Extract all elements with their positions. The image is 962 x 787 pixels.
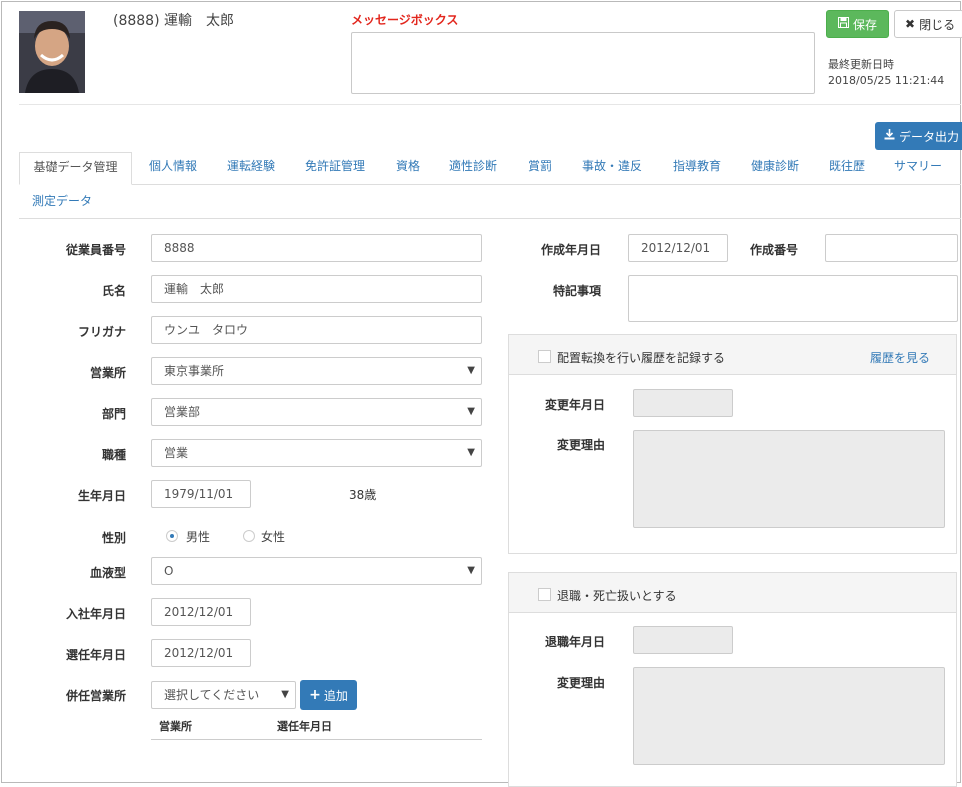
blood-type-select-value: O — [164, 564, 174, 578]
furigana-label: フリガナ — [77, 325, 126, 339]
retirement-checkbox[interactable] — [538, 588, 551, 601]
department-select-value: 営業部 — [164, 405, 201, 419]
tab-accidents[interactable]: 事故・違反 — [582, 152, 642, 185]
tab-license[interactable]: 免許証管理 — [305, 152, 365, 185]
employee-avatar — [19, 11, 85, 93]
retirement-checkbox-label[interactable]: 退職・死亡扱いとする — [557, 587, 677, 604]
blood-type-select[interactable]: O — [151, 557, 482, 585]
tab-summary[interactable]: サマリー — [894, 152, 942, 185]
tab-aptitude[interactable]: 適性診断 — [449, 152, 497, 185]
join-date-input[interactable]: 2012/12/01 — [151, 598, 251, 626]
tab-training[interactable]: 指導教育 — [673, 152, 721, 185]
save-button[interactable]: 保存 — [826, 10, 889, 38]
department-label: 部門 — [101, 407, 126, 421]
last-updated-label: 最終更新日時 — [828, 58, 894, 71]
download-icon — [884, 129, 895, 143]
tab-driving-experience[interactable]: 運転経験 — [227, 152, 275, 185]
transfer-checkbox[interactable] — [538, 350, 551, 363]
gender-label: 性別 — [101, 531, 126, 545]
job-type-label: 職種 — [101, 448, 126, 462]
employee-name: (8888) 運輸 太郎 — [113, 13, 235, 29]
tab-medical-history[interactable]: 既往歴 — [829, 152, 865, 185]
tab-measurement-data[interactable]: 測定データ — [32, 187, 92, 220]
tab-personal-info[interactable]: 個人情報 — [149, 152, 197, 185]
department-select[interactable]: 営業部 — [151, 398, 482, 426]
gender-male-label[interactable]: 男性 — [186, 528, 210, 545]
retire-date-input[interactable] — [633, 626, 733, 654]
export-button-label: データ出力 — [899, 129, 960, 144]
gender-female-radio[interactable] — [243, 530, 255, 542]
appoint-date-label: 選任年月日 — [65, 648, 126, 662]
join-date-label: 入社年月日 — [65, 607, 126, 621]
plus-icon: + — [309, 687, 321, 703]
created-no-input[interactable] — [825, 234, 958, 262]
view-history-link[interactable]: 履歴を見る — [870, 349, 930, 366]
tab-rewards-penalties[interactable]: 賞罰 — [528, 152, 552, 185]
birth-date-input[interactable]: 1979/11/01 — [151, 480, 251, 508]
created-no-label: 作成番号 — [750, 243, 799, 257]
add-office-button[interactable]: + 追加 — [300, 680, 357, 710]
blood-type-label: 血液型 — [89, 566, 126, 580]
tab-qualifications[interactable]: 資格 — [396, 152, 420, 185]
close-button[interactable]: ✖ 閉じる — [894, 10, 962, 38]
retire-date-label: 退職年月日 — [545, 635, 606, 649]
job-type-select-value: 営業 — [164, 446, 189, 460]
name-input[interactable]: 運輸 太郎 — [151, 275, 482, 303]
close-button-label: 閉じる — [919, 17, 956, 32]
office-select-value: 東京事業所 — [164, 364, 225, 378]
gender-female-label[interactable]: 女性 — [261, 528, 285, 545]
add-office-button-label: 追加 — [323, 688, 348, 703]
table-header-appoint-date: 選任年月日 — [277, 720, 332, 733]
table-header-divider — [151, 739, 482, 740]
change-date-label: 変更年月日 — [545, 398, 606, 412]
created-date-input[interactable]: 2012/12/01 — [628, 234, 728, 262]
appoint-date-input[interactable]: 2012/12/01 — [151, 639, 251, 667]
message-box-title: メッセージボックス — [351, 13, 459, 27]
export-button[interactable]: データ出力 — [875, 122, 962, 150]
name-label: 氏名 — [101, 284, 126, 298]
retire-reason-label: 変更理由 — [557, 676, 606, 690]
tab-health-check[interactable]: 健康診断 — [751, 152, 799, 185]
table-header-office: 営業所 — [159, 720, 192, 733]
age-value: 38歳 — [349, 488, 377, 502]
close-icon: ✖ — [905, 17, 916, 31]
employee-no-label: 従業員番号 — [65, 243, 126, 257]
office-select[interactable]: 東京事業所 — [151, 357, 482, 385]
concurrent-office-placeholder: 選択してください — [164, 688, 260, 702]
notes-textarea[interactable] — [628, 275, 958, 322]
tab-content-divider — [19, 218, 961, 219]
retire-reason-textarea[interactable] — [633, 667, 945, 765]
message-box[interactable] — [351, 32, 815, 94]
change-date-input[interactable] — [633, 389, 733, 417]
save-icon — [837, 17, 849, 31]
concurrent-office-select[interactable]: 選択してください — [151, 681, 296, 709]
header-divider — [19, 104, 961, 105]
birth-date-label: 生年月日 — [77, 489, 126, 503]
employee-no-input[interactable]: 8888 — [151, 234, 482, 262]
furigana-input[interactable]: ウンユ タロウ — [151, 316, 482, 344]
last-updated-value: 2018/05/25 11:21:44 — [828, 74, 945, 87]
office-label: 営業所 — [89, 366, 126, 380]
transfer-checkbox-label[interactable]: 配置転換を行い履歴を記録する — [557, 349, 725, 366]
tab-basic-data[interactable]: 基礎データ管理 — [19, 152, 132, 185]
concurrent-office-label: 併任営業所 — [65, 689, 126, 703]
job-type-select[interactable]: 営業 — [151, 439, 482, 467]
save-button-label: 保存 — [852, 17, 877, 32]
change-reason-label: 変更理由 — [557, 438, 606, 452]
notes-label: 特記事項 — [552, 284, 601, 298]
change-reason-textarea[interactable] — [633, 430, 945, 528]
created-date-label: 作成年月日 — [540, 243, 601, 257]
gender-male-radio[interactable] — [166, 530, 178, 542]
